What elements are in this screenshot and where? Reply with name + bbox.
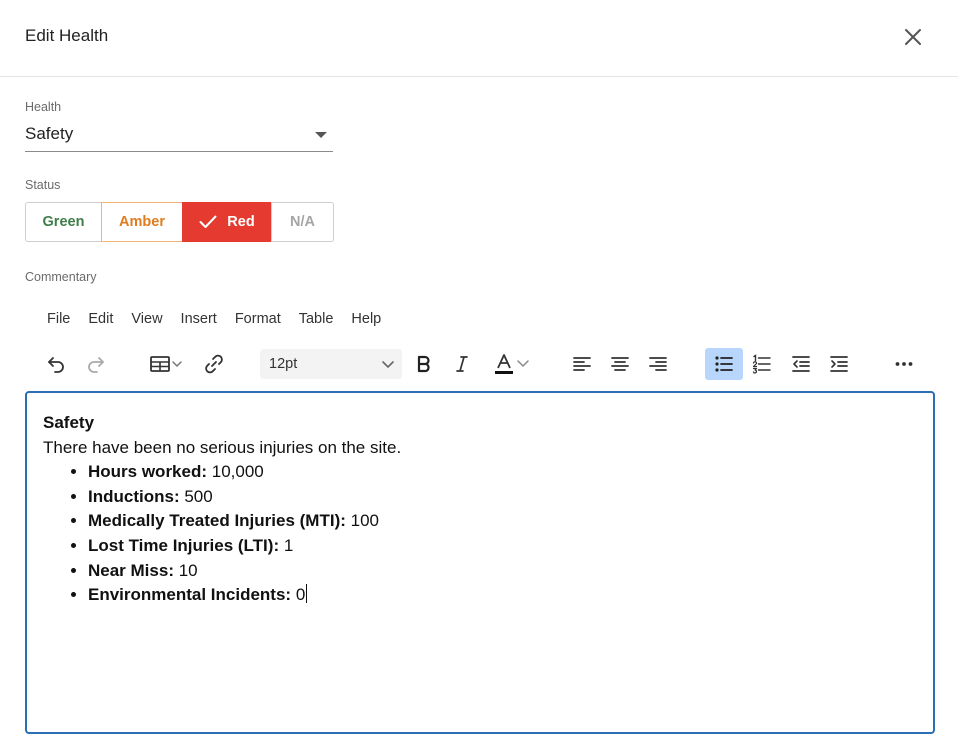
list-item: Hours worked: 10,000 — [88, 460, 401, 485]
menu-insert[interactable]: Insert — [172, 311, 226, 331]
text-cursor — [306, 584, 308, 604]
list-item-label: Near Miss: — [88, 560, 174, 580]
editor-intro: There have been no serious injuries on t… — [43, 437, 402, 457]
align-right-icon — [649, 357, 667, 371]
font-size-select[interactable]: 12pt — [260, 349, 402, 379]
list-item-label: Environmental Incidents: — [88, 585, 292, 605]
list-item-label: Lost Time Injuries (LTI): — [88, 535, 280, 555]
list-item-value: 1 — [279, 535, 294, 555]
list-item: Inductions: 500 — [88, 485, 401, 510]
status-na-label: N/A — [290, 214, 315, 230]
outdent-button[interactable] — [786, 348, 816, 380]
text-color-button[interactable] — [485, 348, 537, 380]
status-toggle-group: Green Amber Red N/A — [25, 202, 334, 242]
menu-view[interactable]: View — [122, 311, 171, 331]
chevron-down-icon — [517, 360, 529, 368]
undo-icon — [48, 357, 64, 373]
align-right-button[interactable] — [643, 348, 673, 380]
check-icon — [199, 215, 217, 228]
list-item-label: Inductions: — [88, 486, 180, 506]
italic-button[interactable] — [447, 348, 477, 380]
status-green-label: Green — [42, 214, 85, 230]
editor-bullet-list: Hours worked: 10,000 Inductions: 500 Med… — [88, 460, 401, 608]
font-size-value: 12pt — [269, 356, 298, 372]
close-icon — [905, 29, 921, 45]
editor-menubar: File Edit View Insert Format Table Help — [38, 311, 390, 331]
list-item-value: 10 — [173, 560, 198, 580]
indent-button[interactable] — [824, 348, 854, 380]
chevron-down-icon — [172, 361, 182, 368]
status-na-button[interactable]: N/A — [271, 202, 334, 242]
status-amber-label: Amber — [119, 214, 165, 230]
commentary-label: Commentary — [25, 270, 97, 284]
align-center-icon — [611, 357, 629, 371]
status-red-label: Red — [227, 214, 255, 230]
bullet-list-icon — [715, 356, 733, 372]
link-icon — [205, 354, 223, 374]
menu-table[interactable]: Table — [290, 311, 343, 331]
status-green-button[interactable]: Green — [25, 202, 102, 242]
list-item: Lost Time Injuries (LTI): 1 — [88, 534, 401, 559]
editor-heading: Safety — [43, 413, 95, 432]
list-item-value: 500 — [179, 486, 213, 506]
editor-toolbar: 12pt — [0, 348, 958, 380]
editor-content: Safety There have been no serious injuri… — [43, 411, 401, 608]
table-icon — [150, 356, 170, 372]
list-item-label: Hours worked: — [88, 462, 208, 482]
list-item: Near Miss: 10 — [88, 559, 401, 584]
menu-help[interactable]: Help — [342, 311, 390, 331]
chevron-down-icon — [382, 361, 394, 369]
menu-edit[interactable]: Edit — [79, 311, 122, 331]
bold-icon — [417, 355, 430, 373]
more-button[interactable] — [889, 348, 919, 380]
list-item: Medically Treated Injuries (MTI): 100 — [88, 509, 401, 534]
list-item-value: 100 — [345, 511, 379, 531]
health-select-value: Safety — [25, 124, 74, 143]
commentary-editor[interactable]: Safety There have been no serious injuri… — [25, 391, 935, 734]
align-left-icon — [573, 357, 591, 371]
numbered-list-icon — [752, 354, 771, 374]
health-select[interactable]: Safety — [25, 120, 333, 152]
undo-button[interactable] — [41, 348, 71, 380]
text-color-icon — [495, 354, 513, 374]
list-item: Environmental Incidents: 0 — [88, 583, 401, 608]
menu-format[interactable]: Format — [226, 311, 290, 331]
status-amber-button[interactable]: Amber — [101, 202, 183, 242]
redo-button[interactable] — [81, 348, 111, 380]
list-item-value: 10,000 — [207, 462, 264, 482]
more-icon — [895, 362, 913, 366]
list-item-value: 0 — [291, 585, 306, 605]
dialog-header: Edit Health — [0, 0, 958, 77]
bold-button[interactable] — [409, 348, 439, 380]
status-label: Status — [25, 178, 61, 192]
dialog-title: Edit Health — [25, 26, 109, 45]
align-left-button[interactable] — [567, 348, 597, 380]
numbered-list-button[interactable] — [747, 348, 777, 380]
align-center-button[interactable] — [605, 348, 635, 380]
status-red-button[interactable]: Red — [182, 202, 272, 242]
outdent-icon — [792, 356, 810, 372]
caret-down-icon — [315, 132, 327, 138]
link-button[interactable] — [198, 348, 230, 380]
close-button[interactable] — [900, 24, 926, 50]
italic-icon — [456, 356, 468, 372]
bullet-list-button[interactable] — [705, 348, 743, 380]
list-item-label: Medically Treated Injuries (MTI): — [88, 511, 346, 531]
health-label: Health — [25, 100, 62, 114]
indent-icon — [830, 356, 848, 372]
redo-icon — [88, 357, 104, 373]
menu-file[interactable]: File — [38, 311, 79, 331]
table-button[interactable] — [143, 348, 189, 380]
